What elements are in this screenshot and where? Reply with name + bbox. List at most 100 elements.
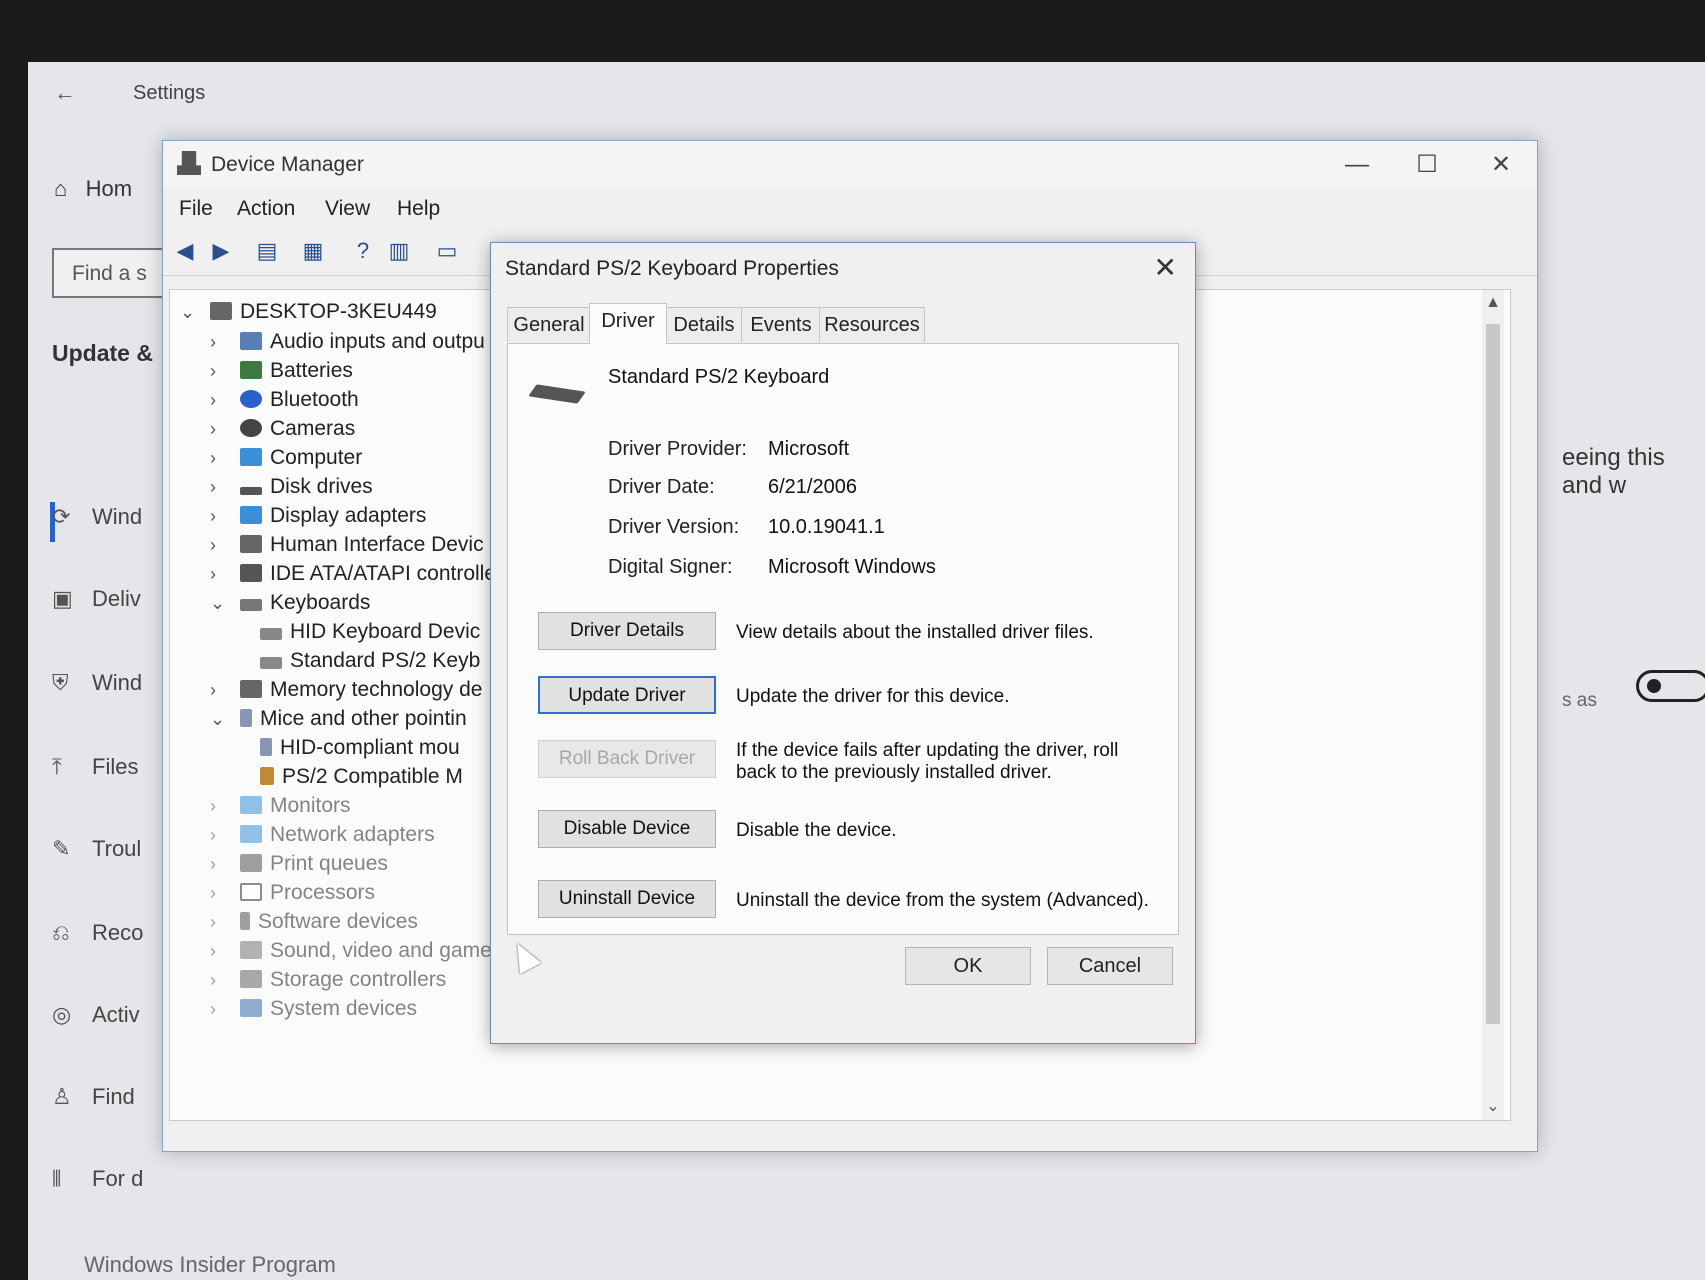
tab-resources[interactable]: Resources	[819, 307, 925, 342]
tree-node[interactable]: › IDE ATA/ATAPI controlle	[210, 562, 496, 586]
tree-node[interactable]: › Software devices	[210, 910, 418, 934]
chevron-right-icon[interactable]: ›	[210, 912, 240, 933]
tab-driver[interactable]: Driver	[589, 303, 667, 344]
driver-details-button[interactable]: Driver Details	[538, 612, 716, 650]
help-icon[interactable]: ?	[349, 237, 377, 265]
chevron-right-icon[interactable]: ›	[210, 332, 240, 353]
settings-nav-find-device[interactable]: ♙ Find	[52, 1084, 135, 1110]
tree-node[interactable]: › Monitors	[210, 794, 351, 818]
close-icon[interactable]: ✕	[1471, 145, 1531, 185]
tree-node[interactable]: ⌄ Keyboards	[210, 591, 370, 615]
tree-node[interactable]: › Processors	[210, 881, 375, 905]
menu-file[interactable]: File	[179, 197, 213, 221]
tree-node[interactable]: › Batteries	[210, 359, 353, 383]
settings-nav-recovery[interactable]: ⎌ Reco	[52, 920, 143, 946]
settings-toggle[interactable]	[1636, 670, 1705, 702]
chevron-right-icon[interactable]: ›	[210, 419, 240, 440]
settings-nav-security[interactable]: ⛨ Wind	[52, 670, 142, 696]
maximize-icon[interactable]: ☐	[1397, 145, 1457, 185]
tree-node-label: HID-compliant mou	[280, 736, 460, 759]
tree-node[interactable]: › Computer	[210, 446, 362, 470]
forward-arrow-icon[interactable]: ▶	[207, 237, 235, 265]
chevron-down-icon[interactable]: ⌄	[210, 593, 240, 614]
recovery-icon: ⎌	[52, 920, 70, 945]
chevron-right-icon[interactable]: ›	[210, 390, 240, 411]
tree-scrollbar[interactable]: ▲ ⌄	[1482, 290, 1504, 1120]
properties-dialog: Standard PS/2 Keyboard Properties ✕ Gene…	[490, 242, 1196, 1044]
tab-events[interactable]: Events	[741, 307, 821, 342]
tree-node-label: Memory technology de	[270, 678, 483, 701]
tree-node-child[interactable]: Standard PS/2 Keyb	[260, 649, 480, 673]
roll-back-driver-button[interactable]: Roll Back Driver	[538, 740, 716, 778]
menu-view[interactable]: View	[325, 197, 370, 221]
uninstall-device-button[interactable]: Uninstall Device	[538, 880, 716, 918]
settings-nav-insider[interactable]: Windows Insider Program	[84, 1252, 336, 1278]
settings-home[interactable]: ⌂ Hom	[54, 176, 132, 202]
menu-help[interactable]: Help	[397, 197, 440, 221]
dm-titlebar[interactable]: Device Manager — ☐ ✕	[163, 141, 1537, 189]
tree-node-label: Storage controllers	[270, 968, 447, 991]
ok-button[interactable]: OK	[905, 947, 1031, 985]
person-icon: ♙	[52, 1084, 72, 1109]
tree-node[interactable]: › Storage controllers	[210, 968, 446, 992]
chevron-right-icon[interactable]: ›	[210, 883, 240, 904]
chevron-right-icon[interactable]: ›	[210, 999, 240, 1020]
chevron-right-icon[interactable]: ›	[210, 506, 240, 527]
scroll-up-icon[interactable]: ▲	[1482, 294, 1504, 312]
tree-node[interactable]: › Network adapters	[210, 823, 435, 847]
chevron-right-icon[interactable]: ›	[210, 535, 240, 556]
chevron-right-icon[interactable]: ›	[210, 854, 240, 875]
chevron-down-icon[interactable]: ⌄	[210, 709, 240, 730]
tab-details[interactable]: Details	[665, 307, 743, 342]
chevron-right-icon[interactable]: ›	[210, 825, 240, 846]
disable-device-button[interactable]: Disable Device	[538, 810, 716, 848]
tree-node[interactable]: › Human Interface Devic	[210, 533, 484, 557]
tree-root[interactable]: ⌄ DESKTOP-3KEU449	[180, 300, 437, 324]
system-device-icon	[240, 999, 262, 1017]
back-arrow-icon[interactable]: ◀	[171, 237, 199, 265]
tree-node[interactable]: › Bluetooth	[210, 388, 359, 412]
show-hidden-icon[interactable]: ▦	[299, 237, 327, 265]
chevron-right-icon[interactable]: ›	[210, 941, 240, 962]
scroll-thumb[interactable]	[1486, 324, 1500, 1024]
update-driver-button[interactable]: Update Driver	[538, 676, 716, 714]
view-icon[interactable]: ▥	[385, 237, 413, 265]
settings-nav-troubleshoot[interactable]: ✎ Troul	[52, 836, 141, 862]
settings-nav-files[interactable]: ⤒ Files	[52, 754, 138, 780]
tree-node[interactable]: › Sound, video and game	[210, 939, 492, 963]
tree-node[interactable]: › Cameras	[210, 417, 355, 441]
chevron-right-icon[interactable]: ›	[210, 564, 240, 585]
chevron-right-icon[interactable]: ›	[210, 680, 240, 701]
tree-node[interactable]: › Display adapters	[210, 504, 426, 528]
chevron-right-icon[interactable]: ›	[210, 448, 240, 469]
tree-node-child[interactable]: HID-compliant mou	[260, 736, 460, 760]
tree-node[interactable]: › Print queues	[210, 852, 388, 876]
settings-nav-developers[interactable]: ⫴ For d	[52, 1166, 143, 1192]
tree-node[interactable]: › Audio inputs and outpu	[210, 330, 485, 354]
monitor-icon[interactable]: ▭	[433, 237, 461, 265]
chevron-right-icon[interactable]: ›	[210, 361, 240, 382]
properties-icon[interactable]: ▤	[253, 237, 281, 265]
home-label: Hom	[85, 176, 133, 201]
settings-nav-windows-update[interactable]: ⟳ Wind	[52, 504, 142, 530]
tree-node-child[interactable]: HID Keyboard Devic	[260, 620, 480, 644]
tree-node-child[interactable]: PS/2 Compatible M	[260, 765, 463, 789]
tree-node[interactable]: › Memory technology de	[210, 678, 482, 702]
chevron-right-icon[interactable]: ›	[210, 970, 240, 991]
chevron-right-icon[interactable]: ›	[210, 796, 240, 817]
tree-node[interactable]: › System devices	[210, 997, 417, 1021]
tab-general[interactable]: General	[507, 307, 591, 342]
scroll-down-icon[interactable]: ⌄	[1482, 1096, 1504, 1116]
settings-search-input[interactable]: Find a s	[52, 248, 172, 298]
close-icon[interactable]: ✕	[1154, 251, 1177, 284]
settings-nav-delivery[interactable]: ▣ Deliv	[52, 586, 141, 612]
minimize-icon[interactable]: —	[1327, 145, 1387, 185]
cancel-button[interactable]: Cancel	[1047, 947, 1173, 985]
chevron-right-icon[interactable]: ›	[210, 477, 240, 498]
tree-node[interactable]: › Disk drives	[210, 475, 373, 499]
chevron-down-icon[interactable]: ⌄	[180, 302, 210, 323]
tree-node[interactable]: ⌄ Mice and other pointin	[210, 707, 467, 731]
back-arrow-icon[interactable]: ←	[54, 80, 76, 106]
settings-nav-activation[interactable]: ◎ Activ	[52, 1002, 140, 1028]
menu-action[interactable]: Action	[237, 197, 295, 221]
